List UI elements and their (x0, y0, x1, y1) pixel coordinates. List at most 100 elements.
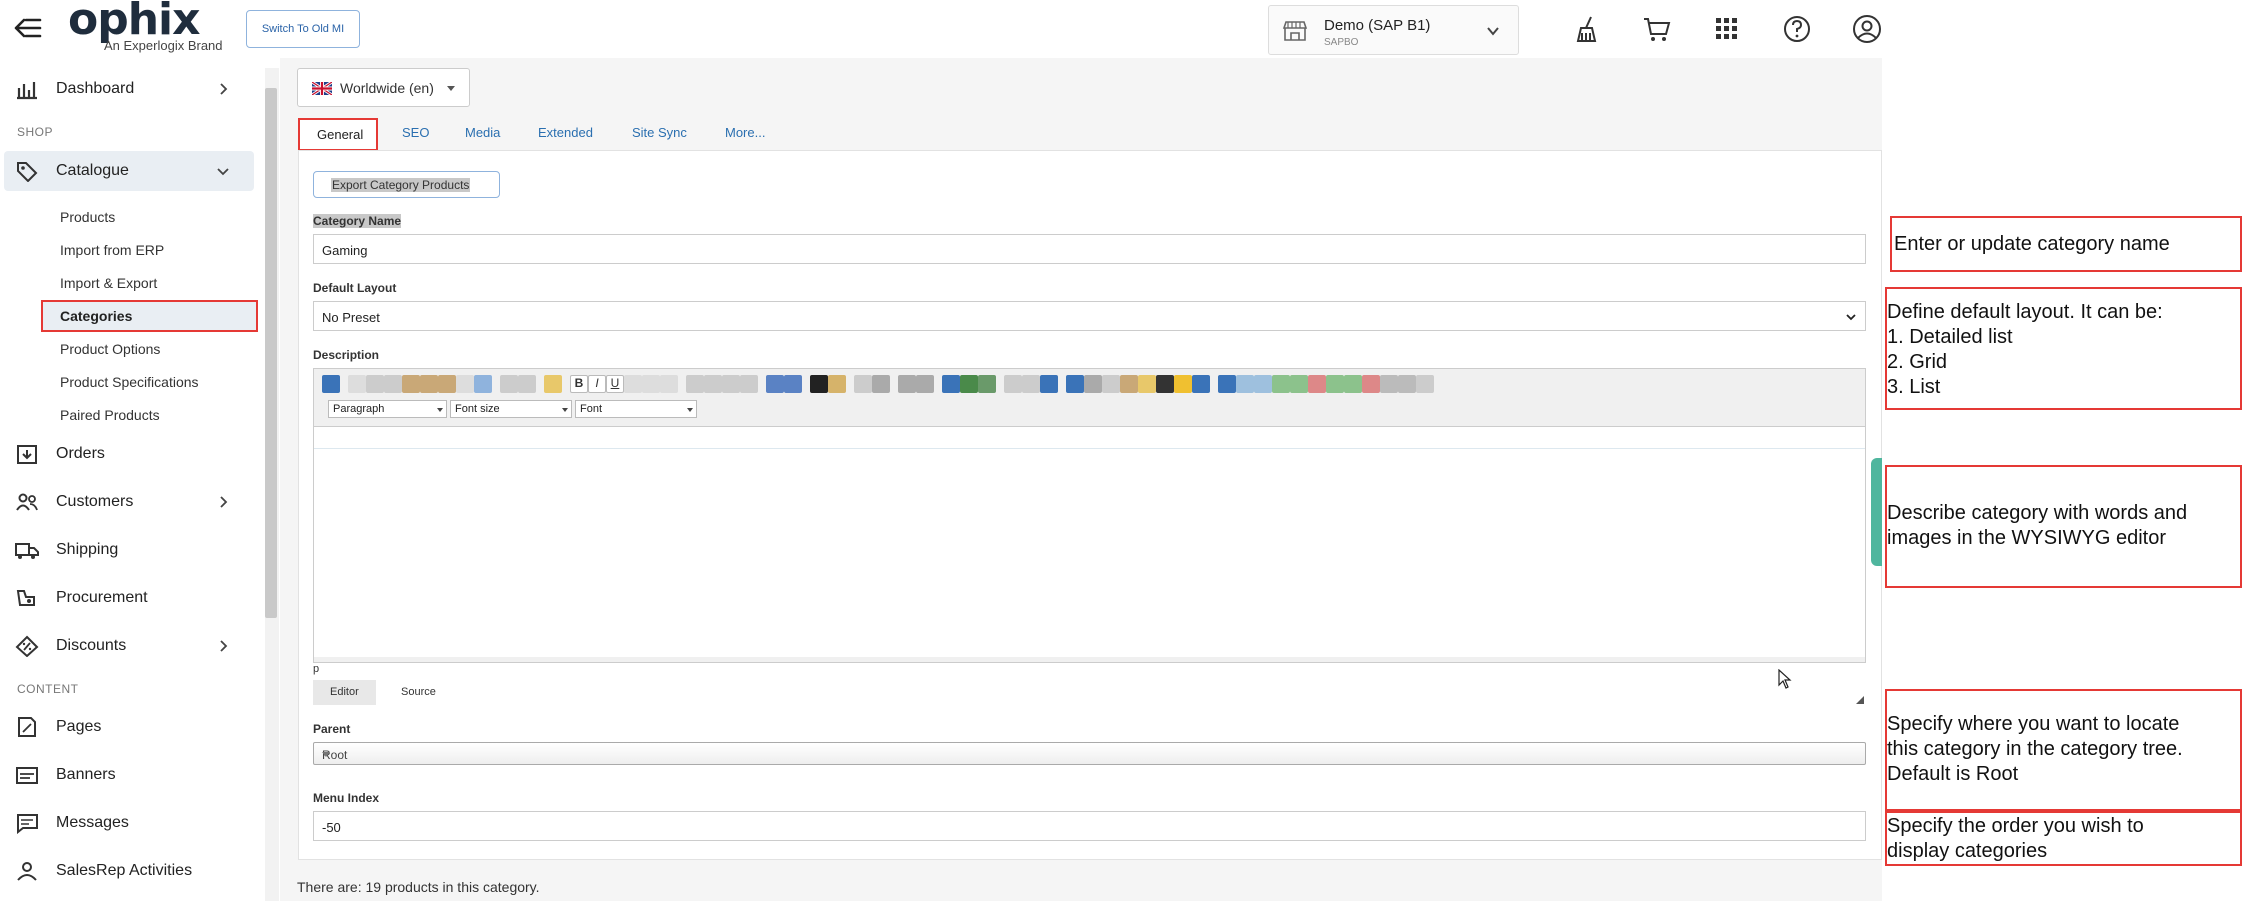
maximize-icon[interactable] (942, 375, 960, 393)
media-icon[interactable] (960, 375, 978, 393)
sidebar-item-shipping[interactable]: Shipping (0, 530, 254, 570)
underline-icon[interactable]: U (606, 375, 624, 393)
sidebar-item-procurement[interactable]: Procurement (0, 578, 254, 618)
parent-select[interactable]: Root (313, 742, 1866, 765)
insert-col-icon[interactable] (1326, 375, 1344, 393)
sidebar-item-salesrep-activities[interactable]: SalesRep Activities (0, 851, 254, 891)
default-layout-select[interactable]: No Preset (313, 301, 1866, 331)
sidebar-subitem-categories[interactable]: Categories (41, 300, 258, 332)
resize-handle-icon[interactable] (1856, 696, 1864, 704)
sidebar-subitem-products[interactable]: Products (60, 209, 115, 225)
sidebar-subitem-product-options[interactable]: Product Options (60, 341, 160, 357)
open-folder-icon[interactable] (544, 375, 562, 393)
emoji-icon[interactable] (1174, 375, 1192, 393)
outdent-icon[interactable] (854, 375, 872, 393)
align-justify-icon[interactable] (740, 375, 758, 393)
select-all-icon[interactable] (1102, 375, 1120, 393)
apps-grid-icon[interactable] (1711, 13, 1743, 45)
editor-tab-source[interactable]: Source (384, 680, 453, 705)
special-char-icon[interactable] (1156, 375, 1174, 393)
paragraph-format-select[interactable]: Paragraph (328, 400, 447, 418)
split-cell-icon[interactable] (1380, 375, 1398, 393)
side-feedback-tab[interactable] (1871, 458, 1882, 566)
save-icon[interactable] (322, 375, 340, 393)
menu-index-input[interactable]: -50 (313, 811, 1866, 841)
paste-text-icon[interactable] (420, 375, 438, 393)
tab-site-sync[interactable]: Site Sync (632, 125, 687, 140)
sidebar-item-customers[interactable]: Customers (0, 482, 254, 522)
bullet-list-icon[interactable] (916, 375, 934, 393)
template-icon[interactable] (1138, 375, 1156, 393)
sidebar-item-catalogue[interactable]: Catalogue (4, 151, 254, 191)
tab-more[interactable]: More... (725, 125, 765, 140)
merge-cells-icon[interactable] (1398, 375, 1416, 393)
language-selector[interactable]: Worldwide (en) (297, 68, 470, 107)
sidebar-scroll-thumb[interactable] (265, 88, 277, 618)
sidebar-subitem-product-specifications[interactable]: Product Specifications (60, 374, 199, 390)
export-category-products-button[interactable]: Export Category Products (313, 171, 500, 198)
ltr-icon[interactable] (766, 375, 784, 393)
redo-icon[interactable] (518, 375, 536, 393)
sidebar-item-discounts[interactable]: Discounts (0, 626, 254, 666)
image-icon[interactable] (978, 375, 996, 393)
superscript-icon[interactable] (660, 375, 678, 393)
sidebar-item-messages[interactable]: Messages (0, 803, 254, 843)
spellcheck-icon[interactable] (1218, 375, 1236, 393)
unlink-icon[interactable] (1022, 375, 1040, 393)
italic-icon[interactable]: I (588, 375, 606, 393)
tab-media[interactable]: Media (465, 125, 500, 140)
menu-collapse-icon[interactable] (14, 16, 42, 40)
text-color-icon[interactable] (810, 375, 828, 393)
insert-col-after-icon[interactable] (1344, 375, 1362, 393)
category-name-input[interactable]: Gaming (313, 234, 1866, 264)
editor-content-area[interactable] (314, 426, 1865, 657)
company-selector[interactable]: Demo (SAP B1) SAPBO (1268, 5, 1519, 55)
editor-tab-editor[interactable]: Editor (313, 680, 376, 705)
bold-icon[interactable]: B (570, 375, 588, 393)
help-icon[interactable] (1781, 13, 1813, 45)
row-props-icon[interactable] (1254, 375, 1272, 393)
switch-to-old-mi-button[interactable]: Switch To Old MI (246, 10, 360, 48)
align-right-icon[interactable] (722, 375, 740, 393)
align-left-icon[interactable] (686, 375, 704, 393)
undo-icon[interactable] (500, 375, 518, 393)
blockquote-icon[interactable] (1084, 375, 1102, 393)
background-color-icon[interactable] (828, 375, 846, 393)
page-break-icon[interactable] (1192, 375, 1210, 393)
sidebar-item-dashboard[interactable]: Dashboard (0, 69, 254, 109)
subscript-icon[interactable] (642, 375, 660, 393)
anchor-icon[interactable] (1040, 375, 1058, 393)
table-icon[interactable] (1236, 375, 1254, 393)
user-account-icon[interactable] (1851, 13, 1883, 45)
tab-seo[interactable]: SEO (402, 125, 429, 140)
link-icon[interactable] (1004, 375, 1022, 393)
delete-row-icon[interactable] (1308, 375, 1326, 393)
show-blocks-icon[interactable] (474, 375, 492, 393)
sidebar-item-banners[interactable]: Banners (0, 755, 254, 795)
cart-icon[interactable] (1641, 13, 1673, 45)
sidebar-item-pages[interactable]: Pages (0, 707, 254, 747)
clear-format-icon[interactable] (456, 375, 474, 393)
paste-word-icon[interactable] (438, 375, 456, 393)
rtl-icon[interactable] (784, 375, 802, 393)
insert-row-icon[interactable] (1272, 375, 1290, 393)
tab-extended[interactable]: Extended (538, 125, 593, 140)
tab-general[interactable]: General (298, 118, 378, 151)
copy-icon[interactable] (384, 375, 402, 393)
align-center-icon[interactable] (704, 375, 722, 393)
sidebar-item-orders[interactable]: Orders (0, 434, 254, 474)
cell-props-icon[interactable] (1416, 375, 1434, 393)
cut-icon[interactable] (366, 375, 384, 393)
broom-icon[interactable] (1571, 13, 1603, 45)
sidebar-subitem-import-export[interactable]: Import & Export (60, 275, 157, 291)
horizontal-rule-icon[interactable] (1066, 375, 1084, 393)
sidebar-subitem-import-from-erp[interactable]: Import from ERP (60, 242, 164, 258)
paste-icon[interactable] (402, 375, 420, 393)
font-size-select[interactable]: Font size (450, 400, 572, 418)
new-document-icon[interactable] (348, 375, 366, 393)
indent-icon[interactable] (872, 375, 890, 393)
find-replace-icon[interactable] (1120, 375, 1138, 393)
sidebar-subitem-paired-products[interactable]: Paired Products (60, 407, 160, 423)
font-select[interactable]: Font (575, 400, 697, 418)
numbered-list-icon[interactable] (898, 375, 916, 393)
